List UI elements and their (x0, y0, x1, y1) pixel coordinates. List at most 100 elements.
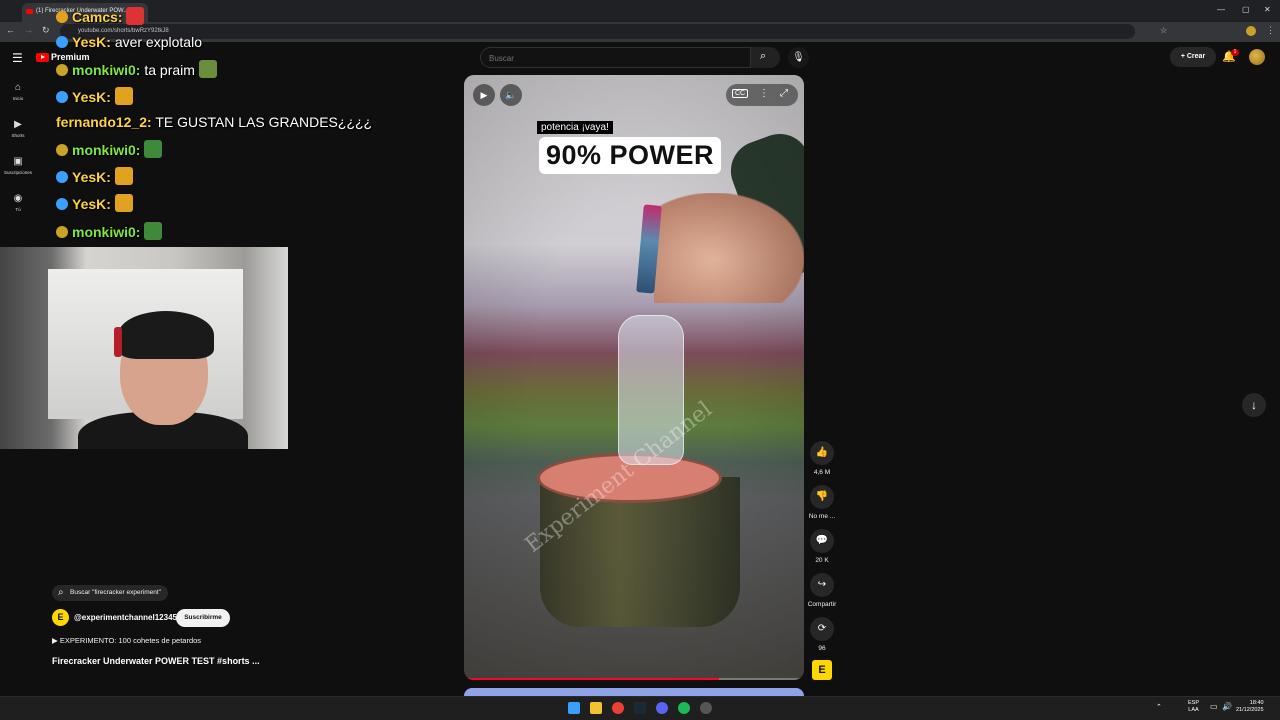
clock-date: 21/12/2025 (1236, 707, 1264, 713)
play-button[interactable]: ▶ (473, 84, 495, 106)
search-input[interactable] (489, 52, 729, 64)
discord-icon[interactable] (656, 702, 668, 714)
webcam-hair (118, 311, 214, 359)
file-explorer-icon[interactable] (590, 702, 602, 714)
search-button[interactable]: ⌕ (750, 47, 780, 68)
emote-icon (198, 60, 217, 78)
player-controls-right: CC ⋮ ⤢ (726, 84, 798, 106)
chat-message: YesK: (56, 194, 133, 212)
browser-tab-bar (0, 0, 1280, 22)
sub-badge-icon (56, 11, 68, 23)
language-indicator[interactable]: ESP LAA (1188, 700, 1199, 714)
remix-count: 96 (818, 645, 826, 652)
shorts-video-player[interactable]: Experiment Channel potencia ¡vaya! 90% P… (464, 75, 804, 680)
chat-text: TE GUSTAN LAS GRANDES¿¿¿¿ (155, 114, 373, 130)
menu-dots-icon[interactable]: ⋮ (1266, 25, 1275, 36)
close-icon[interactable]: ✕ (1264, 5, 1271, 14)
arrow-down-icon: ↓ (1251, 398, 1257, 412)
sidebar-item-label: Tú (15, 207, 21, 212)
chat-message: monkiwi0: (56, 140, 163, 158)
chat-username: monkiwi0: (72, 142, 141, 158)
chat-message: monkiwi0: ta praim (56, 60, 217, 78)
remix-button[interactable]: ⟳ 96 (808, 617, 836, 652)
like-button[interactable]: 👍 4,6 M (808, 441, 836, 476)
windows-start-icon[interactable] (568, 702, 580, 714)
share-button[interactable]: ↪ Compartir (804, 573, 840, 608)
sidebar-item-you[interactable]: ◉ Tú (0, 193, 36, 212)
headset-icon (114, 327, 122, 357)
chat-message: YesK: (56, 167, 133, 185)
shorts-icon: ▶ (14, 119, 22, 130)
explosion-emote-icon (114, 167, 133, 185)
dislike-button[interactable]: 👎 No me ... (808, 485, 836, 520)
forward-icon[interactable]: → (24, 25, 33, 35)
profile-icon[interactable] (1246, 26, 1256, 36)
voice-search-button[interactable]: 🎙 (788, 47, 809, 68)
tray-chevron-icon[interactable]: ⌃ (1156, 703, 1162, 711)
chat-message: Camcs: (56, 7, 145, 25)
related-search-label: Buscar "firecracker experiment" (70, 589, 161, 596)
comments-button[interactable]: 💬 20 K (808, 529, 836, 564)
lang-line-2: LAA (1188, 707, 1199, 713)
subscribe-button[interactable]: Suscribirme (176, 609, 230, 627)
chat-username: YesK: (72, 89, 111, 105)
sidebar-item-shorts[interactable]: ▶ Shorts (0, 119, 36, 138)
explosion-emote-icon (114, 87, 133, 105)
system-clock[interactable]: 18:40 21/12/2025 (1236, 700, 1264, 714)
mod-badge-icon (56, 36, 68, 48)
video-progress-fill (464, 678, 719, 680)
chat-username: Camcs: (72, 9, 123, 25)
explosion-emote-icon (114, 194, 133, 212)
related-search-pill[interactable]: Buscar "firecracker experiment" (52, 585, 168, 601)
playlist-title: EXPERIMENTO: 100 cohetes de petardos (59, 636, 202, 645)
you-icon: ◉ (13, 193, 23, 204)
channel-avatar[interactable]: E (52, 609, 69, 626)
reload-icon[interactable]: ↻ (42, 25, 50, 36)
channel-avatar-badge[interactable]: E (812, 660, 832, 680)
account-avatar[interactable] (1249, 49, 1265, 65)
captions-icon[interactable]: CC (732, 89, 749, 98)
youtube-play-icon (36, 53, 49, 63)
sidebar-item-label: Shorts (11, 133, 25, 138)
url-field[interactable]: youtube.com/shorts/bwRzY92tkJ8 (60, 24, 1135, 39)
search-box (480, 47, 780, 68)
fullscreen-icon[interactable]: ⤢ (780, 88, 788, 99)
sidebar-item-home[interactable]: ⌂ Inicio (0, 82, 36, 101)
video-title: Firecracker Underwater POWER TEST #short… (52, 656, 260, 666)
steam-icon[interactable] (634, 702, 646, 714)
emote-icon (144, 140, 163, 158)
santa-emote-icon (126, 7, 145, 25)
bookmark-star-icon[interactable]: ☆ (1160, 26, 1167, 35)
maximize-icon[interactable]: ▢ (1242, 5, 1250, 14)
sub-badge-icon (56, 226, 68, 238)
back-icon[interactable]: ← (6, 25, 15, 35)
minimize-icon[interactable]: — (1217, 5, 1225, 14)
chat-username: monkiwi0: (72, 224, 141, 240)
chat-text: aver explotalo (114, 34, 202, 50)
chrome-icon[interactable] (612, 702, 624, 714)
more-options-icon[interactable]: ⋮ (759, 88, 769, 99)
network-icon[interactable]: ▭ (1210, 702, 1218, 711)
next-short-button[interactable]: ↓ (1242, 393, 1266, 417)
create-button[interactable]: + Crear (1170, 47, 1216, 67)
playlist-link[interactable]: ▶ EXPERIMENTO: 100 cohetes de petardos (52, 636, 201, 645)
hamburger-menu-icon[interactable]: ☰ (12, 51, 23, 65)
mod-badge-icon (56, 171, 68, 183)
sub-badge-icon (56, 144, 68, 156)
chat-message: monkiwi0: (56, 222, 163, 240)
mute-button[interactable]: 🔈 (500, 84, 522, 106)
chat-message: YesK: aver explotalo (56, 34, 202, 50)
dislike-label: No me ... (808, 513, 836, 520)
app-icon[interactable] (700, 702, 712, 714)
video-progress-bar[interactable] (464, 678, 804, 680)
video-caption-big: 90% POWER (539, 137, 722, 174)
chat-username: fernando12_2: (56, 114, 152, 130)
mod-badge-icon (56, 91, 68, 103)
channel-name[interactable]: @experimentchannel12345 (74, 613, 177, 622)
chat-username: YesK: (72, 169, 111, 185)
comment-icon: 💬 (810, 529, 834, 553)
volume-tray-icon[interactable]: 🔊 (1222, 702, 1232, 711)
sidebar-item-subscriptions[interactable]: ▣ Suscripciones (0, 156, 36, 175)
spotify-icon[interactable] (678, 702, 690, 714)
share-icon: ↪ (810, 573, 834, 597)
